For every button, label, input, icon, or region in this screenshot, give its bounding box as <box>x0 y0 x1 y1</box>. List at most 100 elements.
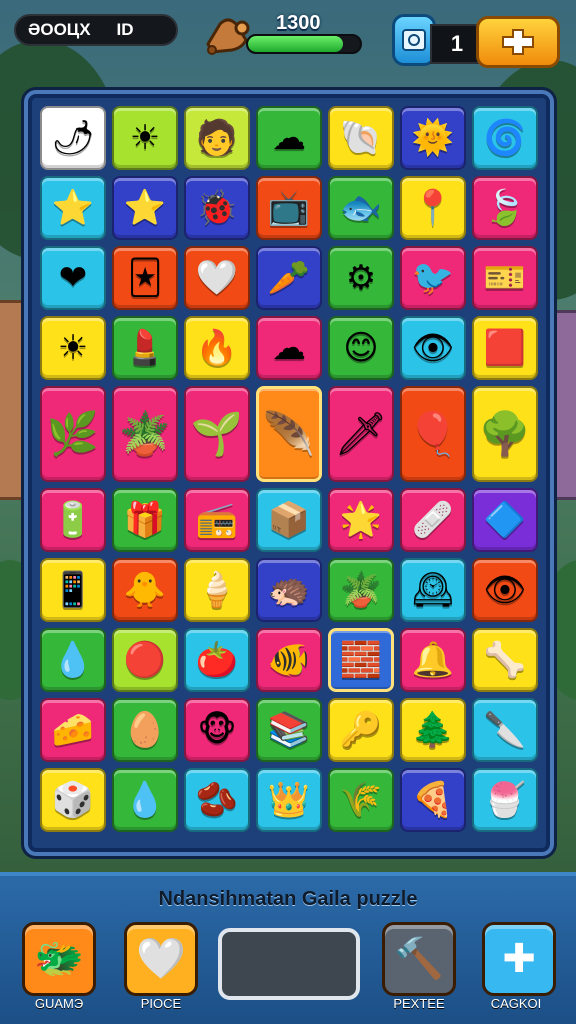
ticket-icon: 🎫 <box>483 258 527 298</box>
tile-spiky-ball[interactable]: 🦔 <box>256 558 322 622</box>
drop-face-icon: 💧 <box>51 640 95 680</box>
sword-icon: 🗡 <box>334 409 388 458</box>
balloon-icon: 🎈 <box>406 409 460 458</box>
sun-icon: ☀ <box>129 118 161 158</box>
tile-monkey[interactable]: 🐵 <box>184 698 250 762</box>
carrot-icon: 🥕 <box>267 258 311 298</box>
add-lives-button[interactable] <box>476 16 560 68</box>
red-drop-icon: 🔴 <box>123 640 167 680</box>
dragon-icon: 🐲 <box>34 936 84 982</box>
tile-card[interactable]: 🃏 <box>112 246 178 310</box>
tile-dots-box[interactable]: 🔷 <box>472 488 538 552</box>
tile-pin[interactable]: 📍 <box>400 176 466 240</box>
gear-sun-icon: ⚙ <box>345 258 377 298</box>
tile-crate[interactable]: 🧱 <box>328 628 394 692</box>
tile-red-drop[interactable]: 🔴 <box>112 628 178 692</box>
tile-tree[interactable]: 🌳 <box>472 386 538 482</box>
tile-chest[interactable]: 🎁 <box>112 488 178 552</box>
tile-chick[interactable]: 🐥 <box>112 558 178 622</box>
bone-icon: 🦴 <box>483 640 527 680</box>
tile-red-leaf[interactable]: 🌶 <box>40 106 106 170</box>
tile-battery[interactable]: 🔋 <box>40 488 106 552</box>
check-button[interactable]: ✚ <box>482 922 556 996</box>
tile-books[interactable]: 📚 <box>256 698 322 762</box>
tile-box[interactable]: 📦 <box>256 488 322 552</box>
tile-bone[interactable]: 🦴 <box>472 628 538 692</box>
cloud-face-icon: ☁ <box>272 118 306 158</box>
tile-plant[interactable]: 🌿 <box>40 386 106 482</box>
tile-star-face[interactable]: ⭐ <box>112 176 178 240</box>
tile-balloon[interactable]: 🎈 <box>400 386 466 482</box>
piece-button[interactable]: 🤍 <box>124 922 198 996</box>
tile-hat-person[interactable]: 🧑 <box>184 106 250 170</box>
tile-red-leaf-2[interactable]: 🍃 <box>472 176 538 240</box>
tile-heart[interactable]: ❤ <box>40 246 106 310</box>
knife-icon: 🔪 <box>483 710 527 750</box>
tile-flame[interactable]: 🔥 <box>184 316 250 380</box>
selected-tile-slot <box>218 928 360 1000</box>
tile-cream[interactable]: 🍦 <box>184 558 250 622</box>
radio-icon: 📻 <box>195 500 239 540</box>
tile-grass[interactable]: 🌾 <box>328 768 394 832</box>
tile-crown-hand[interactable]: 👑 <box>256 768 322 832</box>
tree-icon: 🌳 <box>478 409 532 458</box>
tile-branch[interactable]: 🌱 <box>184 386 250 482</box>
tile-sun-2[interactable]: ☀ <box>40 316 106 380</box>
tile-bowl-plant[interactable]: 🪴 <box>328 558 394 622</box>
guard-button[interactable]: 🐲 <box>22 922 96 996</box>
tile-egg[interactable]: 🥚 <box>112 698 178 762</box>
tile-sun-burst[interactable]: 🌟 <box>328 488 394 552</box>
tile-spiky-eye[interactable]: 👁 <box>472 558 538 622</box>
tile-feather[interactable]: 🪶 <box>256 386 322 482</box>
tile-drop-face[interactable]: 💧 <box>40 628 106 692</box>
tile-sword[interactable]: 🗡 <box>328 386 394 482</box>
dice-icon: 🎲 <box>51 780 95 820</box>
tile-red-box[interactable]: 🟥 <box>472 316 538 380</box>
tile-lipstick[interactable]: 💄 <box>112 316 178 380</box>
sun-2-icon: ☀ <box>57 328 89 368</box>
tile-ticket[interactable]: 🎫 <box>472 246 538 310</box>
tile-bush[interactable]: 🌲 <box>400 698 466 762</box>
tile-fish[interactable]: 🐠 <box>256 628 322 692</box>
tile-tv-screen[interactable]: 📺 <box>256 176 322 240</box>
tile-key[interactable]: 🔑 <box>328 698 394 762</box>
tile-gray-fish[interactable]: 🐟 <box>328 176 394 240</box>
tile-eye[interactable]: 👁 <box>400 316 466 380</box>
tile-cloud-face[interactable]: ☁ <box>256 106 322 170</box>
branch-icon: 🌱 <box>190 409 244 458</box>
tile-sun[interactable]: ☀ <box>112 106 178 170</box>
grass-icon: 🌾 <box>339 780 383 820</box>
tile-white-drop[interactable]: 💧 <box>112 768 178 832</box>
tile-star-map[interactable]: ⭐ <box>40 176 106 240</box>
tile-radio[interactable]: 📻 <box>184 488 250 552</box>
tile-gear-sun[interactable]: ⚙ <box>328 246 394 310</box>
tile-green-bird[interactable]: 🐦 <box>400 246 466 310</box>
game-subtitle: Ndansihmatan Gaila puzzle <box>158 888 418 910</box>
tile-pizza[interactable]: 🍕 <box>400 768 466 832</box>
red-leaf-2-icon: 🍃 <box>483 188 527 228</box>
crate-icon: 🧱 <box>339 640 383 680</box>
bowl-plant-icon: 🪴 <box>339 570 383 610</box>
tile-purple-bug[interactable]: 🐞 <box>184 176 250 240</box>
tile-bell-face[interactable]: 🔔 <box>400 628 466 692</box>
tile-phone[interactable]: 📱 <box>40 558 106 622</box>
tile-cyan-cloud[interactable]: ☁ <box>256 316 322 380</box>
tile-sun-face[interactable]: 🌞 <box>400 106 466 170</box>
tile-carrot[interactable]: 🥕 <box>256 246 322 310</box>
tile-smiley[interactable]: 😊 <box>328 316 394 380</box>
tile-tomato[interactable]: 🍅 <box>184 628 250 692</box>
tile-bandage[interactable]: 🩹 <box>400 488 466 552</box>
restart-button[interactable]: 🔨 <box>382 922 456 996</box>
tile-potted-plant[interactable]: 🪴 <box>112 386 178 482</box>
tile-cheese[interactable]: 🧀 <box>40 698 106 762</box>
tile-bean[interactable]: 🫘 <box>184 768 250 832</box>
tile-knife[interactable]: 🔪 <box>472 698 538 762</box>
tile-swirl[interactable]: 🌀 <box>472 106 538 170</box>
tile-clock-face[interactable]: 🕰 <box>400 558 466 622</box>
cream-icon: 🍦 <box>195 570 239 610</box>
tile-cone[interactable]: 🍧 <box>472 768 538 832</box>
tile-dice[interactable]: 🎲 <box>40 768 106 832</box>
tile-fan-shell[interactable]: 🐚 <box>328 106 394 170</box>
map-icon <box>402 29 426 51</box>
tile-white-heart[interactable]: 🤍 <box>184 246 250 310</box>
